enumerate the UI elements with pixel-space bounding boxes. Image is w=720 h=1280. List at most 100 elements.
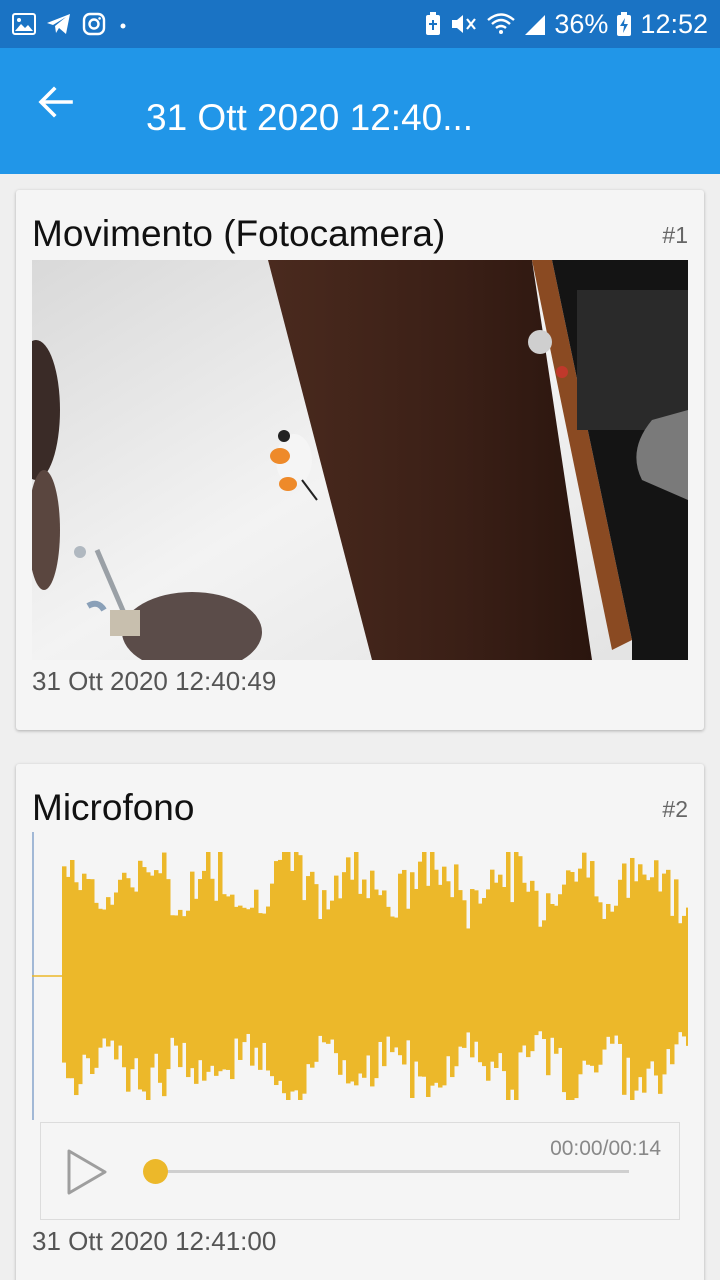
waveform-bar: [598, 902, 603, 1065]
play-button[interactable]: [63, 1147, 111, 1197]
waveform-bar: [122, 872, 127, 1068]
wifi-icon: [486, 12, 516, 36]
card-title: Movimento (Fotocamera): [32, 213, 446, 254]
waveform-bar: [290, 870, 295, 1092]
card-timestamp: 31 Ott 2020 12:41:00: [32, 1226, 277, 1256]
waveform-bar: [146, 872, 151, 1100]
audio-waveform[interactable]: [32, 832, 688, 1120]
waveform-bar: [134, 891, 139, 1059]
waveform-bar: [374, 889, 379, 1079]
gallery-icon: [12, 13, 36, 35]
waveform-bar: [442, 866, 447, 1086]
waveform-bar: [150, 875, 155, 1068]
waveform-bar: [406, 908, 411, 1041]
waveform-bar: [662, 873, 667, 1075]
waveform-bar: [570, 872, 575, 1100]
waveform-bar: [426, 885, 431, 1097]
play-icon: [63, 1149, 111, 1201]
waveform-bar: [366, 898, 371, 1056]
waveform-bar: [518, 856, 523, 1053]
waveform-bar: [654, 860, 659, 1076]
waveform-bar: [198, 879, 203, 1061]
waveform-bar: [178, 909, 183, 1068]
waveform-bar: [586, 877, 591, 1065]
waveform-bar: [610, 911, 615, 1044]
waveform-bar: [618, 879, 623, 1044]
waveform-bar: [674, 879, 679, 1045]
waveform-bar: [202, 870, 207, 1081]
waveform-bar: [434, 869, 439, 1083]
waveform-bar: [678, 923, 683, 1033]
instagram-icon: [82, 12, 106, 36]
back-button[interactable]: [24, 80, 88, 128]
waveform-bar: [278, 859, 283, 1081]
waveform-bar: [530, 880, 535, 1052]
waveform-bar: [474, 890, 479, 1042]
battery-charging-icon: [616, 11, 632, 37]
waveform-bar: [546, 893, 551, 1076]
waveform-bar: [438, 884, 443, 1088]
event-card-camera[interactable]: Movimento (Fotocamera) #1 31 Ott 2020 12…: [16, 190, 704, 730]
waveform-bar: [550, 904, 555, 1038]
waveform-bar: [558, 894, 563, 1048]
playback-time: 00:00/00:14: [550, 1137, 661, 1160]
waveform-bar: [454, 864, 459, 1067]
waveform-bar: [318, 919, 323, 1036]
waveform-bar: [126, 878, 131, 1092]
waveform-bar: [162, 852, 167, 1097]
waveform-bar: [322, 890, 327, 1043]
waveform-bar: [98, 908, 103, 1048]
waveform-bar: [230, 894, 235, 1080]
camera-photo[interactable]: [32, 260, 688, 660]
waveform-bar: [302, 900, 307, 1094]
waveform-bar: [626, 897, 631, 1058]
waveform-bar: [138, 860, 143, 1090]
seek-thumb[interactable]: [143, 1159, 168, 1184]
audio-player: 00:00/00:14: [40, 1122, 680, 1220]
waveform-bar: [634, 881, 639, 1091]
waveform-bar: [386, 906, 391, 1037]
card-title: Microfono: [32, 787, 195, 828]
waveform-bar: [450, 897, 455, 1078]
waveform-bar: [346, 857, 351, 1084]
waveform-bar: [622, 863, 627, 1095]
waveform-bar: [414, 888, 419, 1062]
waveform-bar: [294, 852, 299, 1091]
waveform-bar: [350, 879, 355, 1082]
waveform-bar: [590, 861, 595, 1066]
waveform-bar: [210, 878, 215, 1066]
waveform-bar: [638, 864, 643, 1078]
waveform-bar: [510, 902, 515, 1090]
waveform-bar: [326, 909, 331, 1044]
waveform-bar: [242, 907, 247, 1043]
waveform-bar: [102, 909, 107, 1039]
waveform-bar: [482, 898, 487, 1067]
waveform-bar: [266, 906, 271, 1071]
waveform-bar: [630, 857, 635, 1100]
waveform-bar: [154, 870, 159, 1054]
waveform-bar: [410, 872, 415, 1098]
waveform-bar: [666, 869, 671, 1050]
waveform-bar: [90, 879, 95, 1074]
app-bar: 31 Ott 2020 12:40...: [0, 48, 720, 174]
battery-level: 36%: [554, 8, 609, 39]
waveform-bar: [338, 898, 343, 1075]
waveform-bar: [578, 868, 583, 1075]
waveform-bar: [650, 877, 655, 1062]
mute-icon: [450, 12, 478, 36]
seek-bar[interactable]: [155, 1170, 629, 1173]
waveform-bar: [522, 882, 527, 1046]
signal-icon: [524, 12, 546, 36]
waveform-bar: [142, 867, 147, 1092]
event-card-microphone[interactable]: Microfono #2 00:00/00:14 31 Ott 2020 12:…: [16, 764, 704, 1280]
waveform-bar: [462, 900, 467, 1048]
waveform-bar: [306, 876, 311, 1065]
waveform-bar: [226, 896, 231, 1070]
clock: 12:52: [640, 8, 708, 39]
waveform-bar: [166, 879, 171, 1070]
waveform-bar: [314, 884, 319, 1062]
battery-saver-icon: [424, 11, 442, 37]
waveform-bar: [194, 898, 199, 1084]
waveform-bar: [486, 889, 491, 1081]
waveform-bar: [402, 869, 407, 1065]
